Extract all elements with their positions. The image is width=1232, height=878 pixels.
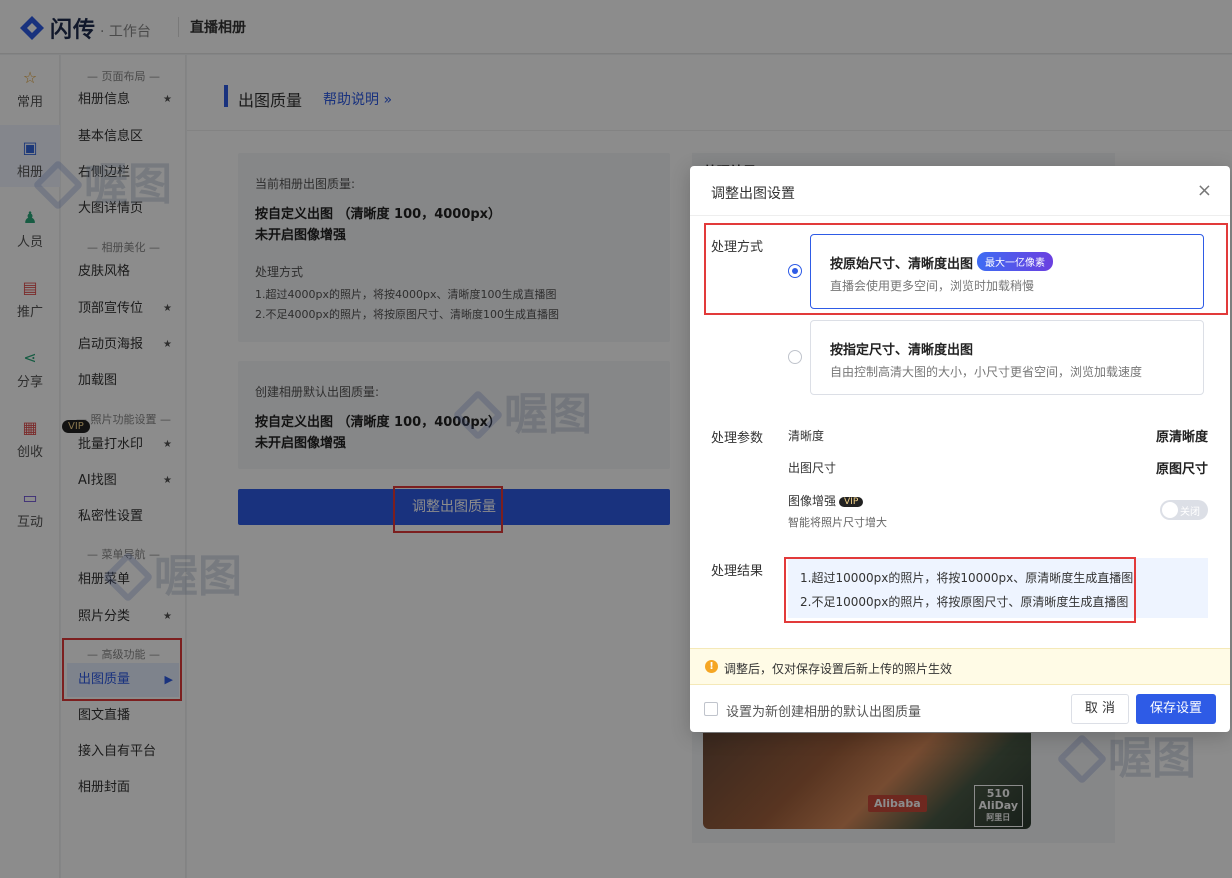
highlight-box-result [784, 557, 1136, 623]
enhance-label: 图像增强 [788, 494, 837, 508]
param-clarity-name: 清晰度 [788, 429, 825, 443]
warning-icon: ! [705, 660, 718, 673]
param-clarity-value: 原清晰度 [1155, 430, 1208, 445]
option-custom-size[interactable]: 按指定尺寸、清晰度出图 自由控制高清大图的大小，小尺寸更省空间，浏览加载速度 [810, 320, 1204, 395]
save-settings-button[interactable]: 保存设置 [1136, 694, 1216, 724]
dialog-header: 调整出图设置 × [690, 166, 1230, 216]
option-custom-radio[interactable] [788, 350, 802, 364]
close-icon[interactable]: × [1197, 180, 1212, 201]
default-quality-checkbox-label[interactable]: 设置为新创建相册的默认出图质量 [726, 701, 921, 720]
toggle-label: 关闭 [1180, 507, 1200, 518]
toggle-knob [1162, 502, 1178, 518]
notice-text: 调整后，仅对保存设置后新上传的照片生效 [724, 662, 953, 676]
enhance-toggle[interactable]: 关闭 [1160, 500, 1208, 520]
option-custom-title: 按指定尺寸、清晰度出图 [830, 343, 974, 358]
vip-badge: VIP [839, 497, 864, 507]
result-label: 处理结果 [711, 564, 764, 579]
dialog-title: 调整出图设置 [711, 186, 795, 202]
enhance-desc: 智能将照片尺寸增大 [788, 516, 887, 529]
notice-bar: ! 调整后，仅对保存设置后新上传的照片生效 [690, 648, 1230, 685]
default-quality-checkbox[interactable] [704, 702, 718, 716]
cancel-button[interactable]: 取 消 [1071, 694, 1129, 724]
adjust-output-dialog: 调整出图设置 × 处理方式 按原始尺寸、清晰度出图 最大一亿像素 直播会使用更多… [690, 166, 1230, 732]
params-label: 处理参数 [711, 431, 764, 446]
highlight-box-option [704, 223, 1228, 315]
param-size-value: 原图尺寸 [1155, 462, 1208, 477]
param-size-name: 出图尺寸 [788, 461, 837, 475]
option-custom-desc: 自由控制高清大图的大小，小尺寸更省空间，浏览加载速度 [830, 365, 1143, 379]
enhance-label-row: 图像增强 VIP [788, 492, 864, 509]
